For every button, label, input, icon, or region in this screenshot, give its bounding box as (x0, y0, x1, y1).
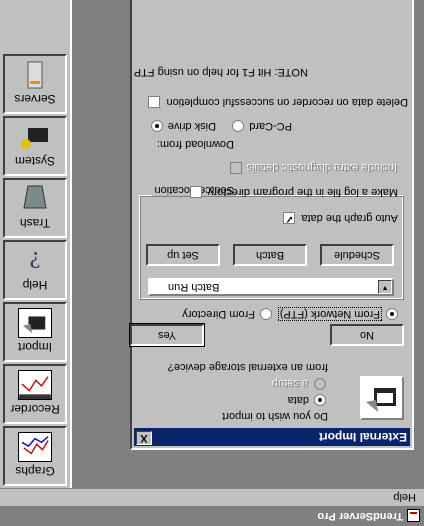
import-question-suffix: from an external storage device? (167, 361, 328, 373)
import-label: Import (18, 340, 53, 354)
external-import-dialog: External Import X Do you wish to import … (129, 0, 414, 450)
radio-from-directory-label: From Directory (182, 308, 255, 320)
workspace: Graphs Recorder Import Help ? Trash Syst… (0, 0, 424, 488)
radio-from-network[interactable]: From Network (FTP) (277, 307, 398, 321)
batch-select[interactable]: Batch Run ▼ (148, 278, 394, 296)
radio-setup-control[interactable] (314, 378, 326, 390)
radio-from-directory[interactable]: From Directory (182, 308, 272, 320)
app-icon[interactable] (407, 509, 420, 523)
trash-button[interactable]: Trash (3, 178, 67, 238)
menu-help[interactable]: Help (389, 492, 420, 504)
radio-from-directory-control[interactable] (260, 308, 272, 320)
help-button[interactable]: Help ? (3, 240, 67, 300)
help-icon: ? (30, 246, 41, 272)
graphs-label: Graphs (15, 464, 55, 478)
auto-graph-checkbox[interactable]: ✓ Auto graph the data (277, 212, 398, 224)
ftp-note: NOTE: Hit F1 for help on using FTP (133, 66, 308, 78)
recorder-button[interactable]: Recorder (3, 364, 67, 424)
radio-setup[interactable]: a setup (273, 378, 326, 390)
no-button[interactable]: No (330, 324, 404, 346)
system-button[interactable]: System (3, 116, 67, 176)
radio-disk-drive[interactable]: Disk drive (146, 120, 216, 132)
servers-button[interactable]: Servers (3, 54, 67, 114)
close-icon[interactable]: X (136, 431, 152, 445)
include-diag-checkbox-control[interactable] (229, 162, 242, 174)
radio-data-control[interactable] (314, 394, 326, 406)
dialog-title-bar: External Import X (134, 428, 410, 446)
import-button[interactable]: Import (3, 302, 67, 362)
help-label: Help (22, 278, 48, 292)
recorder-icon (18, 370, 52, 400)
radio-pc-card-label: PC-Card (249, 120, 292, 132)
radio-from-network-control[interactable] (386, 308, 398, 320)
radio-from-network-label: From Network (FTP) (277, 307, 383, 321)
import-icon (18, 308, 52, 338)
chevron-down-icon[interactable]: ▼ (378, 280, 392, 294)
auto-graph-label: Auto graph the data (301, 212, 398, 224)
radio-pc-card-control[interactable] (232, 120, 245, 132)
batch-button[interactable]: Batch (233, 244, 307, 266)
setup-button[interactable]: Set up (146, 244, 220, 266)
recorder-label: Recorder (10, 402, 60, 416)
delete-data-label: Delete data on recorder on successful co… (166, 96, 408, 108)
import-question: Do you wish to import (222, 410, 328, 422)
delete-data-checkbox-control[interactable] (148, 96, 161, 108)
graphs-button[interactable]: Graphs (3, 426, 67, 486)
delete-data-checkbox[interactable]: Delete data on recorder on successful co… (142, 96, 408, 108)
radio-disk-drive-control[interactable] (150, 120, 163, 132)
app-title: TrendServer Pro (317, 510, 403, 522)
import-icon (360, 376, 404, 420)
system-label: System (15, 154, 56, 168)
make-log-checkbox-control[interactable] (189, 186, 202, 198)
servers-icon (27, 61, 43, 89)
svg-text:?: ? (30, 246, 41, 272)
trash-label: Trash (19, 216, 51, 230)
include-diag-checkbox[interactable]: Include extra diagnostic details (224, 162, 398, 174)
menu-bar: Help (0, 488, 424, 506)
servers-label: Servers (14, 92, 56, 106)
radio-data[interactable]: data (288, 394, 326, 406)
batch-select-value: Batch Run (168, 281, 220, 293)
make-log-label: Make a log file in the program directory (207, 186, 398, 198)
make-log-checkbox[interactable]: Make a log file in the program directory (184, 186, 398, 198)
radio-disk-drive-label: Disk drive (167, 120, 216, 132)
system-icon (21, 128, 48, 149)
side-toolbar: Graphs Recorder Import Help ? Trash Syst… (0, 0, 72, 488)
radio-data-label: data (287, 394, 309, 406)
title-bar: TrendServer Pro (0, 506, 424, 526)
dialog-title: External Import (318, 430, 407, 444)
download-from-label: Download from: (156, 138, 234, 150)
graphs-icon (18, 432, 52, 462)
trash-icon (23, 185, 47, 209)
schedule-button[interactable]: Schedule (320, 244, 394, 266)
auto-graph-checkbox-control[interactable]: ✓ (283, 212, 296, 224)
radio-pc-card[interactable]: PC-Card (227, 120, 292, 132)
include-diag-label: Include extra diagnostic details (247, 162, 398, 174)
radio-setup-label: a setup (272, 378, 309, 390)
yes-button[interactable]: Yes (129, 323, 205, 347)
